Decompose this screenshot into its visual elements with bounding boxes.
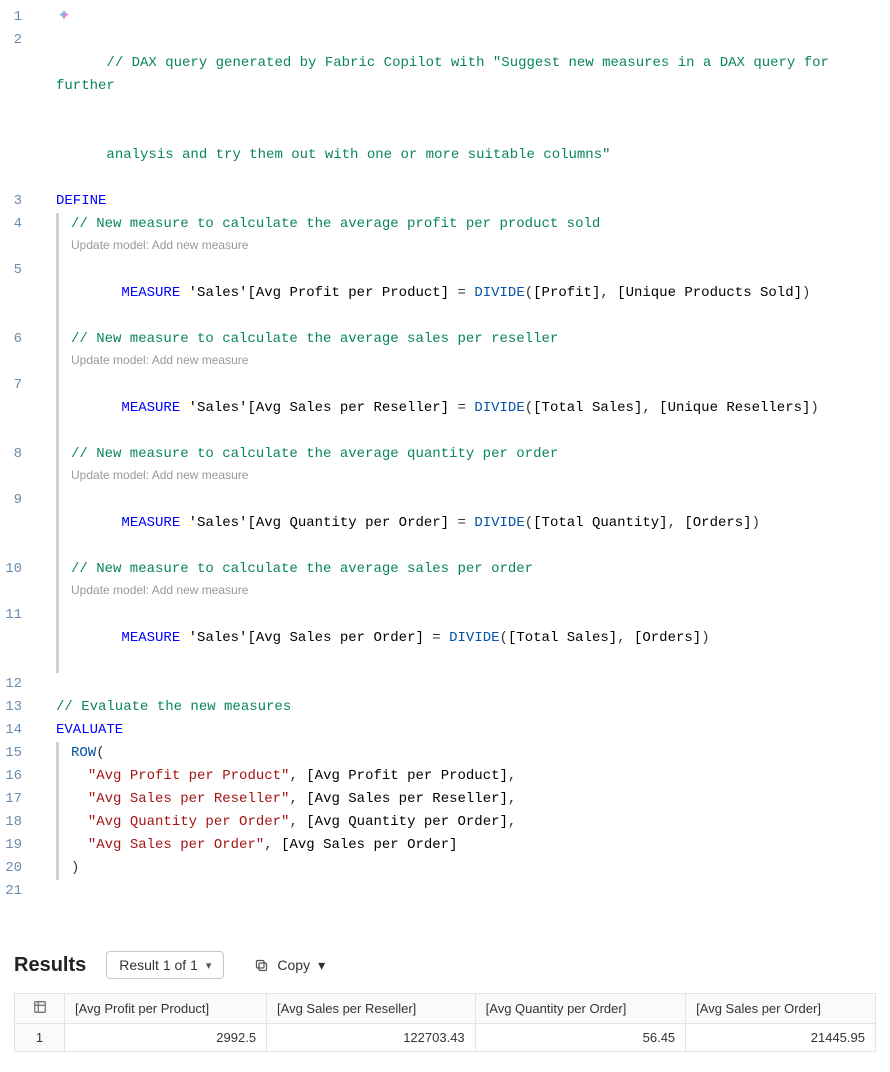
- line-number: 9: [0, 489, 34, 512]
- line-number: 20: [0, 857, 34, 880]
- code-line: 7 MEASURE 'Sales'[Avg Sales per Reseller…: [0, 374, 890, 443]
- chevron-down-icon: ▾: [206, 959, 212, 972]
- line-number: 2: [0, 29, 34, 52]
- code-lens[interactable]: Update model: Add new measure: [0, 581, 890, 604]
- code-line: 14 EVALUATE: [0, 719, 890, 742]
- line-number: 13: [0, 696, 34, 719]
- column-header[interactable]: [Avg Profit per Product]: [65, 994, 267, 1024]
- code-line: 3 DEFINE: [0, 190, 890, 213]
- code-line: 20 ): [0, 857, 890, 880]
- line-number: 19: [0, 834, 34, 857]
- cell: 122703.43: [267, 1024, 476, 1052]
- line-number: 15: [0, 742, 34, 765]
- code-line: 12: [0, 673, 890, 696]
- code-line: 13 // Evaluate the new measures: [0, 696, 890, 719]
- column-header[interactable]: [Avg Quantity per Order]: [475, 994, 686, 1024]
- results-toolbar: Results Result 1 of 1 ▾ Copy ▾: [0, 943, 890, 987]
- result-selector-dropdown[interactable]: Result 1 of 1 ▾: [106, 951, 224, 979]
- line-number: 16: [0, 765, 34, 788]
- code-line: 11 MEASURE 'Sales'[Avg Sales per Order] …: [0, 604, 890, 673]
- line-number: 21: [0, 880, 34, 903]
- line-number: 5: [0, 259, 34, 282]
- results-table: [Avg Profit per Product] [Avg Sales per …: [14, 993, 876, 1052]
- table-corner: [15, 994, 65, 1024]
- code-line: 17 "Avg Sales per Reseller", [Avg Sales …: [0, 788, 890, 811]
- line-number: 12: [0, 673, 34, 696]
- code-line: 21: [0, 880, 890, 903]
- code-line: 1: [0, 6, 890, 29]
- code-line: 15 ROW(: [0, 742, 890, 765]
- code-line: 8 // New measure to calculate the averag…: [0, 443, 890, 466]
- column-header[interactable]: [Avg Sales per Reseller]: [267, 994, 476, 1024]
- code-line: 2 // DAX query generated by Fabric Copil…: [0, 29, 890, 121]
- line-number: 6: [0, 328, 34, 351]
- line-number: 17: [0, 788, 34, 811]
- code-line: 6 // New measure to calculate the averag…: [0, 328, 890, 351]
- copilot-icon[interactable]: [56, 6, 72, 29]
- line-number: 11: [0, 604, 34, 627]
- code-line: 16 "Avg Profit per Product", [Avg Profit…: [0, 765, 890, 788]
- chevron-down-icon: ▾: [318, 957, 325, 974]
- code-lens[interactable]: Update model: Add new measure: [0, 351, 890, 374]
- line-number: 8: [0, 443, 34, 466]
- cell: 2992.5: [65, 1024, 267, 1052]
- cell: 21445.95: [686, 1024, 876, 1052]
- cell: 56.45: [475, 1024, 686, 1052]
- row-index: 1: [15, 1024, 65, 1052]
- table-icon: [33, 1000, 47, 1014]
- code-editor[interactable]: 1 2 // DAX query generated by Fabric Cop: [0, 6, 890, 903]
- line-number: 1: [0, 6, 34, 29]
- table-row[interactable]: 1 2992.5 122703.43 56.45 21445.95: [15, 1024, 876, 1052]
- code-line: 5 MEASURE 'Sales'[Avg Profit per Product…: [0, 259, 890, 328]
- code-line: 10 // New measure to calculate the avera…: [0, 558, 890, 581]
- line-number: 7: [0, 374, 34, 397]
- code-lens[interactable]: Update model: Add new measure: [0, 236, 890, 259]
- code-line: 18 "Avg Quantity per Order", [Avg Quanti…: [0, 811, 890, 834]
- code-line: 4 // New measure to calculate the averag…: [0, 213, 890, 236]
- line-number: 14: [0, 719, 34, 742]
- line-number: 3: [0, 190, 34, 213]
- copy-button[interactable]: Copy ▾: [244, 952, 335, 979]
- line-number: 18: [0, 811, 34, 834]
- results-title: Results: [14, 954, 86, 977]
- column-header[interactable]: [Avg Sales per Order]: [686, 994, 876, 1024]
- copy-label: Copy: [277, 957, 310, 973]
- result-selector-label: Result 1 of 1: [119, 957, 198, 973]
- line-number: 10: [0, 558, 34, 581]
- copy-icon: [254, 958, 269, 973]
- code-line-wrap: analysis and try them out with one or mo…: [0, 121, 890, 190]
- code-line: 19 "Avg Sales per Order", [Avg Sales per…: [0, 834, 890, 857]
- code-line: 9 MEASURE 'Sales'[Avg Quantity per Order…: [0, 489, 890, 558]
- line-number: 4: [0, 213, 34, 236]
- code-lens[interactable]: Update model: Add new measure: [0, 466, 890, 489]
